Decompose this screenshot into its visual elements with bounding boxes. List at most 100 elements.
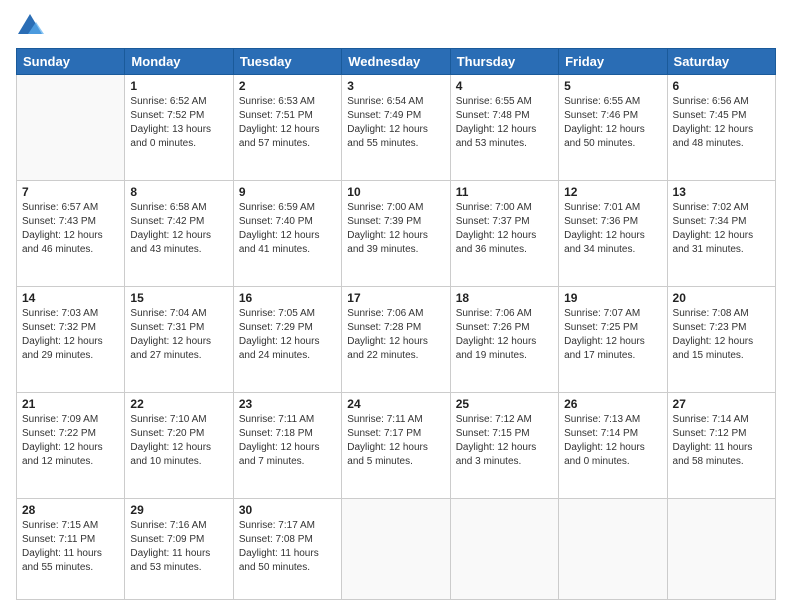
day-info: Sunrise: 7:02 AMSunset: 7:34 PMDaylight:…: [673, 201, 770, 257]
day-info: Sunrise: 7:09 AMSunset: 7:22 PMDaylight:…: [22, 413, 119, 469]
day-number: 20: [673, 291, 770, 305]
calendar-cell: 8 Sunrise: 6:58 AMSunset: 7:42 PMDaylight…: [125, 180, 233, 286]
header-thursday: Thursday: [450, 49, 558, 75]
calendar-cell: 26 Sunrise: 7:13 AMSunset: 7:14 PMDayligh…: [559, 392, 667, 498]
calendar-cell: [559, 498, 667, 599]
day-info: Sunrise: 7:12 AMSunset: 7:15 PMDaylight:…: [456, 413, 553, 469]
calendar-cell: 16 Sunrise: 7:05 AMSunset: 7:29 PMDayligh…: [233, 286, 341, 392]
calendar-cell: 4 Sunrise: 6:55 AMSunset: 7:48 PMDaylight…: [450, 75, 558, 181]
day-info: Sunrise: 7:03 AMSunset: 7:32 PMDaylight:…: [22, 307, 119, 363]
calendar-cell: 28Sunrise: 7:15 AMSunset: 7:11 PMDayligh…: [17, 498, 125, 599]
day-number: 13: [673, 185, 770, 199]
day-info: Sunrise: 7:10 AMSunset: 7:20 PMDaylight:…: [130, 413, 227, 469]
day-info: Sunrise: 7:08 AMSunset: 7:23 PMDaylight:…: [673, 307, 770, 363]
calendar-cell: 27Sunrise: 7:14 AMSunset: 7:12 PMDayligh…: [667, 392, 775, 498]
day-number: 10: [347, 185, 444, 199]
header: [16, 12, 776, 40]
logo-icon: [16, 12, 44, 40]
calendar-cell: 2 Sunrise: 6:53 AMSunset: 7:51 PMDaylight…: [233, 75, 341, 181]
day-info: Sunrise: 6:54 AMSunset: 7:49 PMDaylight:…: [347, 95, 444, 151]
header-monday: Monday: [125, 49, 233, 75]
calendar-cell: [667, 498, 775, 599]
day-info: Sunrise: 7:00 AMSunset: 7:39 PMDaylight:…: [347, 201, 444, 257]
calendar-cell: 22 Sunrise: 7:10 AMSunset: 7:20 PMDayligh…: [125, 392, 233, 498]
calendar-cell: 30 Sunrise: 7:17 AMSunset: 7:08 PMDayligh…: [233, 498, 341, 599]
day-number: 28: [22, 503, 119, 517]
day-number: 4: [456, 79, 553, 93]
day-number: 12: [564, 185, 661, 199]
calendar-cell: 24 Sunrise: 7:11 AMSunset: 7:17 PMDayligh…: [342, 392, 450, 498]
day-info: Sunrise: 6:55 AMSunset: 7:46 PMDaylight:…: [564, 95, 661, 151]
calendar-cell: 25 Sunrise: 7:12 AMSunset: 7:15 PMDayligh…: [450, 392, 558, 498]
day-info: Sunrise: 7:04 AMSunset: 7:31 PMDaylight:…: [130, 307, 227, 363]
day-number: 21: [22, 397, 119, 411]
day-info: Sunrise: 6:59 AMSunset: 7:40 PMDaylight:…: [239, 201, 336, 257]
logo: [16, 12, 48, 40]
calendar-cell: [17, 75, 125, 181]
day-info: Sunrise: 6:58 AMSunset: 7:42 PMDaylight:…: [130, 201, 227, 257]
day-info: Sunrise: 7:01 AMSunset: 7:36 PMDaylight:…: [564, 201, 661, 257]
day-number: 24: [347, 397, 444, 411]
calendar-cell: 17Sunrise: 7:06 AMSunset: 7:28 PMDayligh…: [342, 286, 450, 392]
calendar-cell: 7 Sunrise: 6:57 AMSunset: 7:43 PMDaylight…: [17, 180, 125, 286]
day-number: 8: [130, 185, 227, 199]
day-number: 7: [22, 185, 119, 199]
calendar-cell: 15 Sunrise: 7:04 AMSunset: 7:31 PMDayligh…: [125, 286, 233, 392]
day-number: 30: [239, 503, 336, 517]
day-info: Sunrise: 7:06 AMSunset: 7:26 PMDaylight:…: [456, 307, 553, 363]
calendar-cell: 9 Sunrise: 6:59 AMSunset: 7:40 PMDaylight…: [233, 180, 341, 286]
day-info: Sunrise: 6:56 AMSunset: 7:45 PMDaylight:…: [673, 95, 770, 151]
calendar-cell: 20 Sunrise: 7:08 AMSunset: 7:23 PMDayligh…: [667, 286, 775, 392]
day-info: Sunrise: 7:17 AMSunset: 7:08 PMDaylight:…: [239, 519, 336, 575]
day-number: 18: [456, 291, 553, 305]
calendar-cell: 11Sunrise: 7:00 AMSunset: 7:37 PMDayligh…: [450, 180, 558, 286]
day-number: 11: [456, 185, 553, 199]
calendar-cell: [450, 498, 558, 599]
calendar-cell: 18 Sunrise: 7:06 AMSunset: 7:26 PMDayligh…: [450, 286, 558, 392]
calendar-cell: 3 Sunrise: 6:54 AMSunset: 7:49 PMDaylight…: [342, 75, 450, 181]
day-number: 17: [347, 291, 444, 305]
calendar-cell: 14 Sunrise: 7:03 AMSunset: 7:32 PMDayligh…: [17, 286, 125, 392]
day-number: 26: [564, 397, 661, 411]
calendar-cell: 5Sunrise: 6:55 AMSunset: 7:46 PMDaylight…: [559, 75, 667, 181]
day-number: 16: [239, 291, 336, 305]
day-number: 22: [130, 397, 227, 411]
day-number: 23: [239, 397, 336, 411]
day-number: 1: [130, 79, 227, 93]
day-number: 14: [22, 291, 119, 305]
day-number: 25: [456, 397, 553, 411]
calendar-cell: 13 Sunrise: 7:02 AMSunset: 7:34 PMDayligh…: [667, 180, 775, 286]
calendar-cell: 23Sunrise: 7:11 AMSunset: 7:18 PMDayligh…: [233, 392, 341, 498]
calendar-week-4: 28Sunrise: 7:15 AMSunset: 7:11 PMDayligh…: [17, 498, 776, 599]
day-number: 15: [130, 291, 227, 305]
calendar-table: SundayMondayTuesdayWednesdayThursdayFrid…: [16, 48, 776, 600]
calendar-week-3: 21 Sunrise: 7:09 AMSunset: 7:22 PMDayligh…: [17, 392, 776, 498]
calendar-cell: 29Sunrise: 7:16 AMSunset: 7:09 PMDayligh…: [125, 498, 233, 599]
day-info: Sunrise: 6:52 AMSunset: 7:52 PMDaylight:…: [130, 95, 227, 151]
day-info: Sunrise: 7:05 AMSunset: 7:29 PMDaylight:…: [239, 307, 336, 363]
day-number: 9: [239, 185, 336, 199]
calendar-cell: 10 Sunrise: 7:00 AMSunset: 7:39 PMDayligh…: [342, 180, 450, 286]
calendar-cell: 21 Sunrise: 7:09 AMSunset: 7:22 PMDayligh…: [17, 392, 125, 498]
header-saturday: Saturday: [667, 49, 775, 75]
calendar-cell: 1 Sunrise: 6:52 AMSunset: 7:52 PMDaylight…: [125, 75, 233, 181]
calendar-week-1: 7 Sunrise: 6:57 AMSunset: 7:43 PMDaylight…: [17, 180, 776, 286]
day-number: 6: [673, 79, 770, 93]
calendar-cell: 12 Sunrise: 7:01 AMSunset: 7:36 PMDayligh…: [559, 180, 667, 286]
header-friday: Friday: [559, 49, 667, 75]
day-info: Sunrise: 6:55 AMSunset: 7:48 PMDaylight:…: [456, 95, 553, 151]
day-info: Sunrise: 7:14 AMSunset: 7:12 PMDaylight:…: [673, 413, 770, 469]
day-info: Sunrise: 7:13 AMSunset: 7:14 PMDaylight:…: [564, 413, 661, 469]
day-number: 3: [347, 79, 444, 93]
calendar-week-2: 14 Sunrise: 7:03 AMSunset: 7:32 PMDayligh…: [17, 286, 776, 392]
header-wednesday: Wednesday: [342, 49, 450, 75]
header-sunday: Sunday: [17, 49, 125, 75]
calendar-week-0: 1 Sunrise: 6:52 AMSunset: 7:52 PMDaylight…: [17, 75, 776, 181]
day-info: Sunrise: 6:53 AMSunset: 7:51 PMDaylight:…: [239, 95, 336, 151]
day-number: 19: [564, 291, 661, 305]
day-info: Sunrise: 6:57 AMSunset: 7:43 PMDaylight:…: [22, 201, 119, 257]
day-info: Sunrise: 7:11 AMSunset: 7:17 PMDaylight:…: [347, 413, 444, 469]
day-number: 2: [239, 79, 336, 93]
calendar-cell: 19Sunrise: 7:07 AMSunset: 7:25 PMDayligh…: [559, 286, 667, 392]
page: SundayMondayTuesdayWednesdayThursdayFrid…: [0, 0, 792, 612]
